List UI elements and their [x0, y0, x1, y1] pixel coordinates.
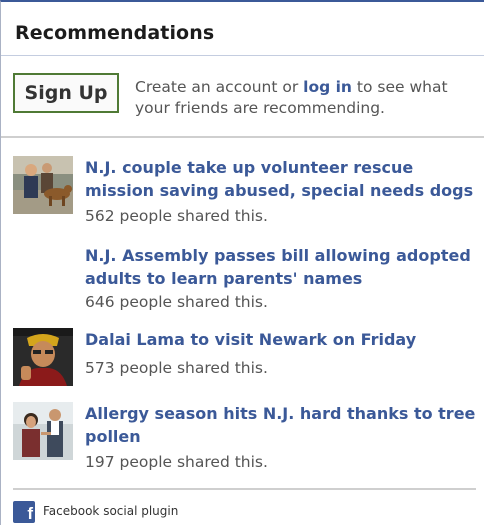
signup-prompt-before: Create an account or	[135, 78, 304, 96]
signup-section: Sign Up Create an account or log in to s…	[1, 56, 484, 138]
item-share-count: 197 people shared this.	[85, 453, 268, 471]
log-in-link[interactable]: log in	[303, 78, 352, 96]
social-plugin-label[interactable]: Facebook social plugin	[43, 503, 178, 519]
item-title-link[interactable]: Dalai Lama to visit Newark on Friday	[85, 328, 479, 351]
widget-title: Recommendations	[15, 22, 215, 44]
item-share-count: 573 people shared this.	[85, 359, 268, 377]
doctor-patient-photo[interactable]	[13, 402, 73, 460]
widget-footer: f Facebook social plugin	[13, 488, 476, 529]
dalai-lama-photo[interactable]	[13, 328, 73, 386]
facebook-icon[interactable]: f	[13, 501, 35, 523]
item-title-link[interactable]: N.J. couple take up volunteer rescue mis…	[85, 156, 479, 202]
item-title-link[interactable]: N.J. Assembly passes bill allowing adopt…	[85, 244, 479, 290]
item-title-link[interactable]: Allergy season hits N.J. hard thanks to …	[85, 402, 479, 448]
dogs-photo[interactable]	[13, 156, 73, 214]
signup-prompt: Create an account or log in to see what …	[135, 77, 475, 119]
item-share-count: 562 people shared this.	[85, 207, 268, 225]
recommendations-widget: Recommendations Sign Up Create an accoun…	[0, 0, 484, 525]
sign-up-button[interactable]: Sign Up	[13, 73, 119, 113]
widget-header: Recommendations	[1, 2, 484, 56]
item-share-count: 646 people shared this.	[85, 293, 268, 311]
